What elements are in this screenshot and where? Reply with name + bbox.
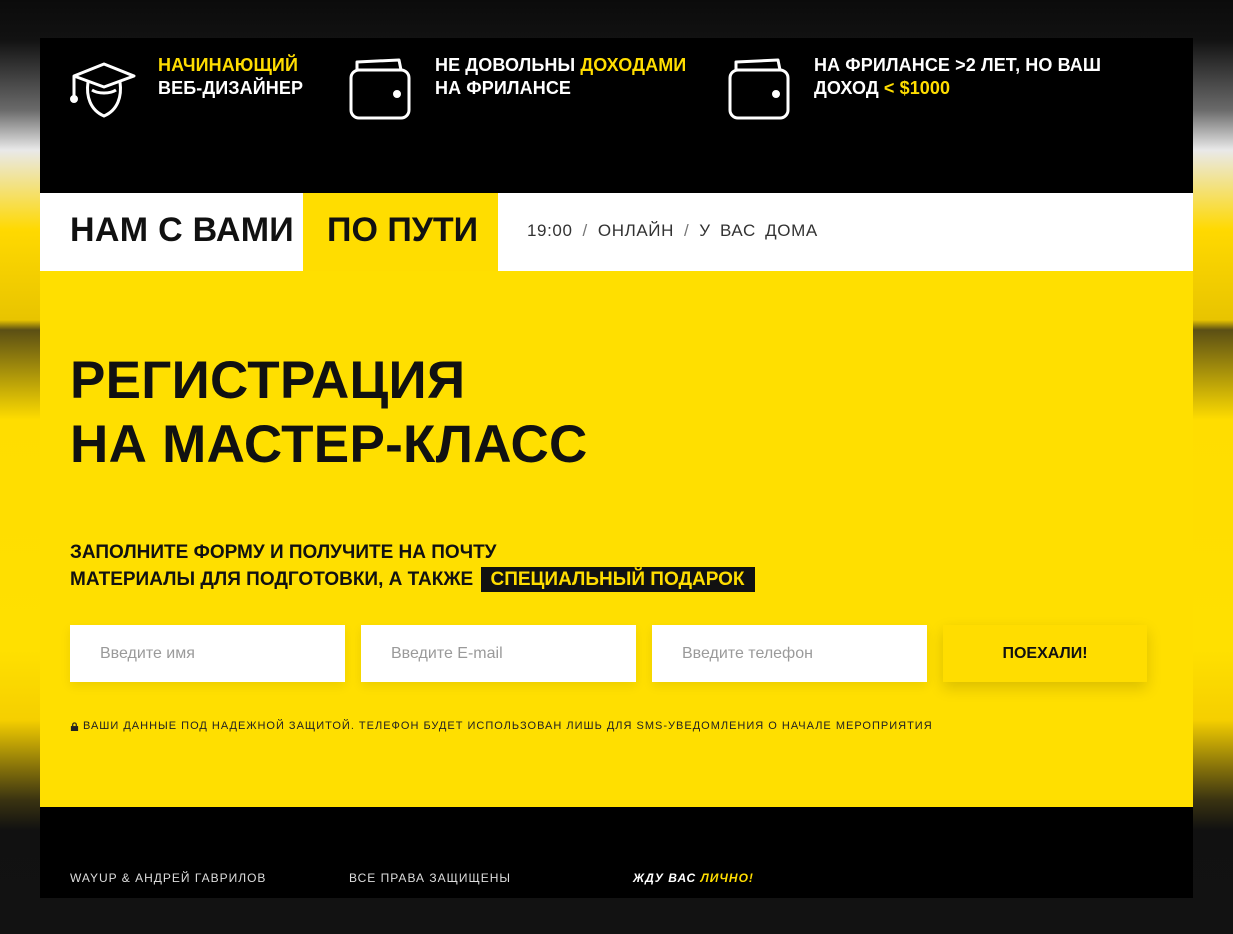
event-mode: ОНЛАЙН xyxy=(597,221,674,240)
feature-beginner: Начинающий веб-дизайнер xyxy=(68,54,303,126)
page: Начинающий веб-дизайнер Не довольны дохо… xyxy=(40,0,1193,898)
footer: WAYUP & Андрей Гаврилов Все права защище… xyxy=(40,807,1193,898)
feature-low-income: На фрилансе >2 лет, но ваш доход < $1000 xyxy=(724,54,1101,126)
registration-section: Регистрация на мастер-класс Заполните фо… xyxy=(40,271,1193,807)
title-line: Регистрация xyxy=(70,351,466,410)
feature-text: Не довольны доходами на фрилансе xyxy=(435,54,686,100)
event-time: 19:00 xyxy=(527,221,573,240)
feature-line: Не довольны доходами xyxy=(435,54,686,77)
registration-subtitle: Заполните форму и получите на почту мате… xyxy=(70,539,755,593)
footer-personal: Жду вас лично! xyxy=(633,871,754,885)
footer-personal-prefix: Жду вас xyxy=(633,871,701,885)
title-line: на мастер-класс xyxy=(70,415,588,474)
wallet-icon xyxy=(728,58,790,120)
event-bar-title-right: ПО ПУТИ xyxy=(327,211,479,249)
feature-line: На фрилансе >2 лет, но ваш xyxy=(814,55,1102,75)
graduate-icon xyxy=(70,62,136,118)
event-bar-highlight: ПО ПУТИ xyxy=(303,193,498,271)
registration-title: Регистрация на мастер-класс xyxy=(70,349,588,477)
feature-unhappy-income: Не довольны доходами на фрилансе xyxy=(345,54,686,126)
gift-badge: специальный подарок xyxy=(480,567,755,592)
feature-line-highlight: Начинающий xyxy=(158,55,298,75)
event-bar: НАМ С ВАМИ ПО ПУТИ 19:00 / ОНЛАЙН / У ВАС ДО… xyxy=(40,193,1193,271)
feature-line-prefix: доход xyxy=(814,78,884,98)
wallet-icon xyxy=(349,58,411,120)
subtitle-line: материалы для подготовки, а также xyxy=(70,569,474,590)
separator: / xyxy=(683,221,690,240)
phone-input[interactable] xyxy=(652,625,927,682)
footer-personal-highlight: лично! xyxy=(700,871,754,885)
feature-line: доход < $1000 xyxy=(814,77,1101,100)
subtitle-line: Заполните форму и получите на почту xyxy=(70,542,497,563)
privacy-note: Ваши данные под надежной защитой. Телефо… xyxy=(70,720,933,732)
feature-line-prefix: Не довольны xyxy=(435,55,581,75)
feature-line: веб-дизайнер xyxy=(158,78,304,98)
event-place: У ВАС ДОМА xyxy=(699,221,818,240)
footer-rights: Все права защищены xyxy=(349,871,512,885)
feature-line: на фрилансе xyxy=(435,78,572,98)
privacy-note-text: Ваши данные под надежной защитой. Телефо… xyxy=(83,720,933,732)
event-meta: 19:00 / ОНЛАЙН / У ВАС ДОМА xyxy=(527,221,818,241)
name-input[interactable] xyxy=(70,625,345,682)
email-input[interactable] xyxy=(361,625,636,682)
audience-section: Начинающий веб-дизайнер Не довольны дохо… xyxy=(40,38,1193,193)
separator: / xyxy=(582,221,588,240)
footer-brand: WAYUP & Андрей Гаврилов xyxy=(70,871,267,885)
event-bar-title-left: НАМ С ВАМИ xyxy=(70,211,295,249)
feature-text: Начинающий веб-дизайнер xyxy=(158,54,303,100)
feature-text: На фрилансе >2 лет, но ваш доход < $1000 xyxy=(814,54,1101,100)
submit-button[interactable]: ПОЕХАЛИ! xyxy=(943,625,1147,682)
feature-line-highlight: доходами xyxy=(580,55,687,75)
lock-icon xyxy=(70,721,79,731)
feature-line-highlight: < $1000 xyxy=(883,78,951,98)
